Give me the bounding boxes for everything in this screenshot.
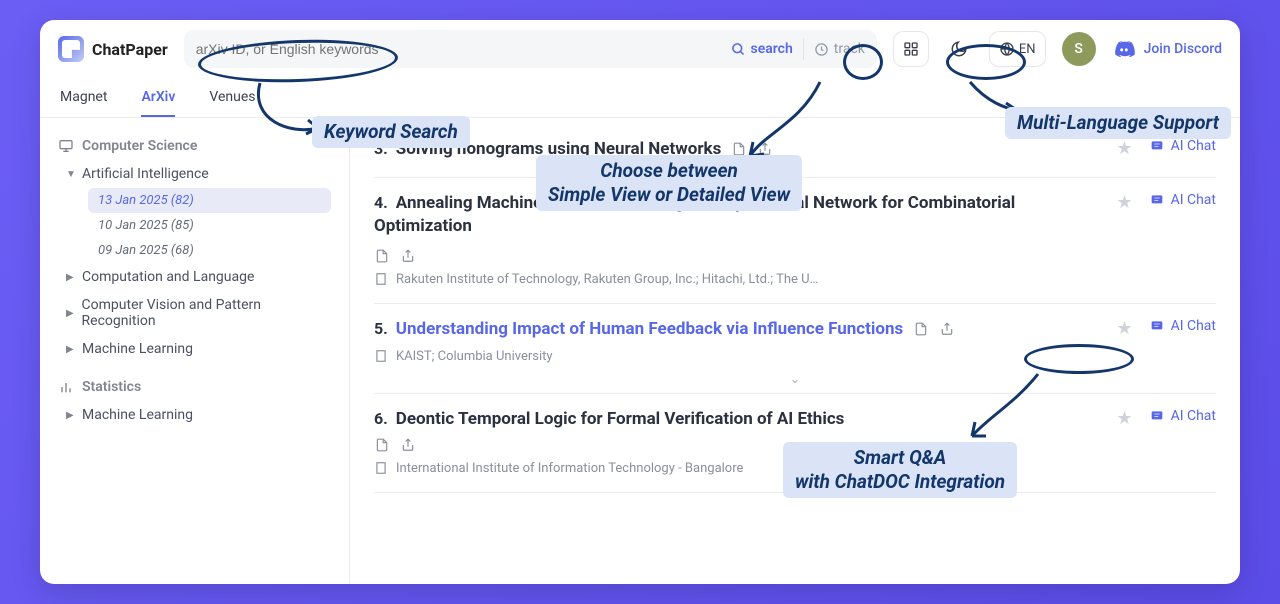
search-icon — [731, 42, 746, 57]
star-icon[interactable]: ★ — [1116, 192, 1132, 213]
paper-number: 6. — [374, 409, 388, 428]
ai-chat-label: AI Chat — [1171, 138, 1216, 154]
track-button-label: track — [834, 41, 865, 57]
paper-item: 4. Annealing Machine-assisted Learning o… — [374, 178, 1216, 304]
star-icon[interactable]: ★ — [1116, 408, 1132, 429]
pdf-icon[interactable] — [374, 437, 390, 453]
search-bar[interactable]: search track — [184, 30, 877, 68]
brand-name: ChatPaper — [92, 40, 168, 59]
category-stat-ml[interactable]: ▶ Machine Learning — [58, 401, 331, 429]
paper-affiliation: International Institute of Information T… — [396, 461, 743, 476]
ai-chat-button[interactable]: AI Chat — [1149, 318, 1216, 334]
chat-icon — [1149, 192, 1165, 208]
paper-number: 5. — [374, 319, 388, 338]
tab-arxiv[interactable]: ArXiv — [141, 78, 175, 117]
user-avatar[interactable]: S — [1062, 32, 1096, 66]
caret-right-icon: ▶ — [66, 272, 76, 283]
avatar-initial: S — [1074, 41, 1082, 57]
section-title: Computer Science — [82, 138, 197, 154]
caret-down-icon: ▼ — [66, 169, 76, 180]
paper-item: 3. Solving nonograms using Neural Networ… — [374, 124, 1216, 178]
category-ml[interactable]: ▶ Machine Learning — [58, 335, 331, 363]
pdf-icon[interactable] — [374, 248, 390, 264]
ai-chat-label: AI Chat — [1171, 318, 1216, 334]
paper-list: 3. Solving nonograms using Neural Networ… — [350, 118, 1240, 584]
moon-icon — [950, 40, 968, 58]
monitor-icon — [58, 138, 74, 154]
view-toggle-button[interactable] — [893, 31, 929, 67]
ai-chat-label: AI Chat — [1171, 192, 1216, 208]
category-label: Machine Learning — [82, 341, 193, 357]
ai-chat-button[interactable]: AI Chat — [1149, 192, 1216, 208]
category-label: Machine Learning — [82, 407, 193, 423]
category-sidebar: Computer Science ▼ Artificial Intelligen… — [40, 118, 350, 584]
grid-icon — [903, 41, 919, 57]
language-code: EN — [1019, 42, 1036, 57]
ai-chat-button[interactable]: AI Chat — [1149, 138, 1216, 154]
chat-icon — [1149, 318, 1165, 334]
paper-number: 3. — [374, 139, 388, 158]
language-button[interactable]: EN — [989, 31, 1046, 67]
date-filter[interactable]: 13 Jan 2025 (82) — [88, 188, 331, 213]
ai-chat-label: AI Chat — [1171, 408, 1216, 424]
building-icon — [374, 349, 388, 363]
building-icon — [374, 272, 388, 286]
category-cl[interactable]: ▶ Computation and Language — [58, 263, 331, 291]
chat-icon — [1149, 408, 1165, 424]
discord-icon — [1112, 37, 1136, 61]
nav-tabs: Magnet ArXiv Venues — [40, 78, 1240, 118]
bar-chart-icon — [58, 379, 74, 395]
category-cv[interactable]: ▶ Computer Vision and Pattern Recognitio… — [58, 291, 331, 335]
share-icon[interactable] — [400, 248, 416, 264]
sidebar-section-cs: Computer Science — [58, 138, 331, 154]
section-title: Statistics — [82, 379, 141, 395]
paper-title[interactable]: Deontic Temporal Logic for Formal Verifi… — [396, 409, 845, 429]
globe-icon — [999, 41, 1015, 57]
paper-title[interactable]: Understanding Impact of Human Feedback v… — [396, 319, 903, 339]
paper-item: 6. Deontic Temporal Logic for Formal Ver… — [374, 394, 1216, 493]
paper-affiliation: Rakuten Institute of Technology, Rakuten… — [396, 272, 818, 287]
search-button-label: search — [751, 41, 793, 57]
share-icon[interactable] — [939, 321, 955, 337]
app-logo[interactable]: ChatPaper — [58, 36, 168, 62]
category-label: Artificial Intelligence — [82, 166, 209, 182]
building-icon — [374, 461, 388, 475]
tab-magnet[interactable]: Magnet — [60, 78, 107, 117]
ai-chat-button[interactable]: AI Chat — [1149, 408, 1216, 424]
theme-toggle-button[interactable] — [945, 31, 973, 67]
track-icon — [814, 42, 829, 57]
search-input[interactable] — [196, 41, 721, 57]
date-filter[interactable]: 10 Jan 2025 (85) — [88, 213, 331, 238]
star-icon[interactable]: ★ — [1116, 138, 1132, 159]
paper-affiliation: KAIST; Columbia University — [396, 349, 553, 364]
paper-title[interactable]: Solving nonograms using Neural Networks — [396, 139, 722, 159]
chat-icon — [1149, 138, 1165, 154]
caret-right-icon: ▶ — [66, 410, 76, 421]
search-button[interactable]: search — [731, 41, 793, 57]
sidebar-section-stats: Statistics — [58, 379, 331, 395]
category-label: Computer Vision and Pattern Recognition — [82, 297, 327, 329]
share-icon[interactable] — [400, 437, 416, 453]
star-icon[interactable]: ★ — [1116, 318, 1132, 339]
discord-label: Join Discord — [1144, 41, 1222, 57]
caret-right-icon: ▶ — [66, 308, 76, 319]
category-ai[interactable]: ▼ Artificial Intelligence — [58, 160, 331, 188]
join-discord-button[interactable]: Join Discord — [1112, 37, 1222, 61]
paper-number: 4. — [374, 193, 388, 212]
pdf-icon[interactable] — [731, 141, 747, 157]
expand-toggle[interactable]: ⌄ — [374, 372, 1216, 387]
paper-item: 5. Understanding Impact of Human Feedbac… — [374, 304, 1216, 380]
logo-icon — [58, 36, 84, 62]
tab-venues[interactable]: Venues — [209, 78, 255, 117]
track-button[interactable]: track — [814, 41, 865, 57]
pdf-icon[interactable] — [913, 321, 929, 337]
date-filter[interactable]: 09 Jan 2025 (68) — [88, 238, 331, 263]
paper-title[interactable]: Annealing Machine-assisted Learning of G… — [374, 193, 1015, 236]
separator — [803, 38, 804, 60]
caret-right-icon: ▶ — [66, 344, 76, 355]
share-icon[interactable] — [757, 141, 773, 157]
category-label: Computation and Language — [82, 269, 254, 285]
